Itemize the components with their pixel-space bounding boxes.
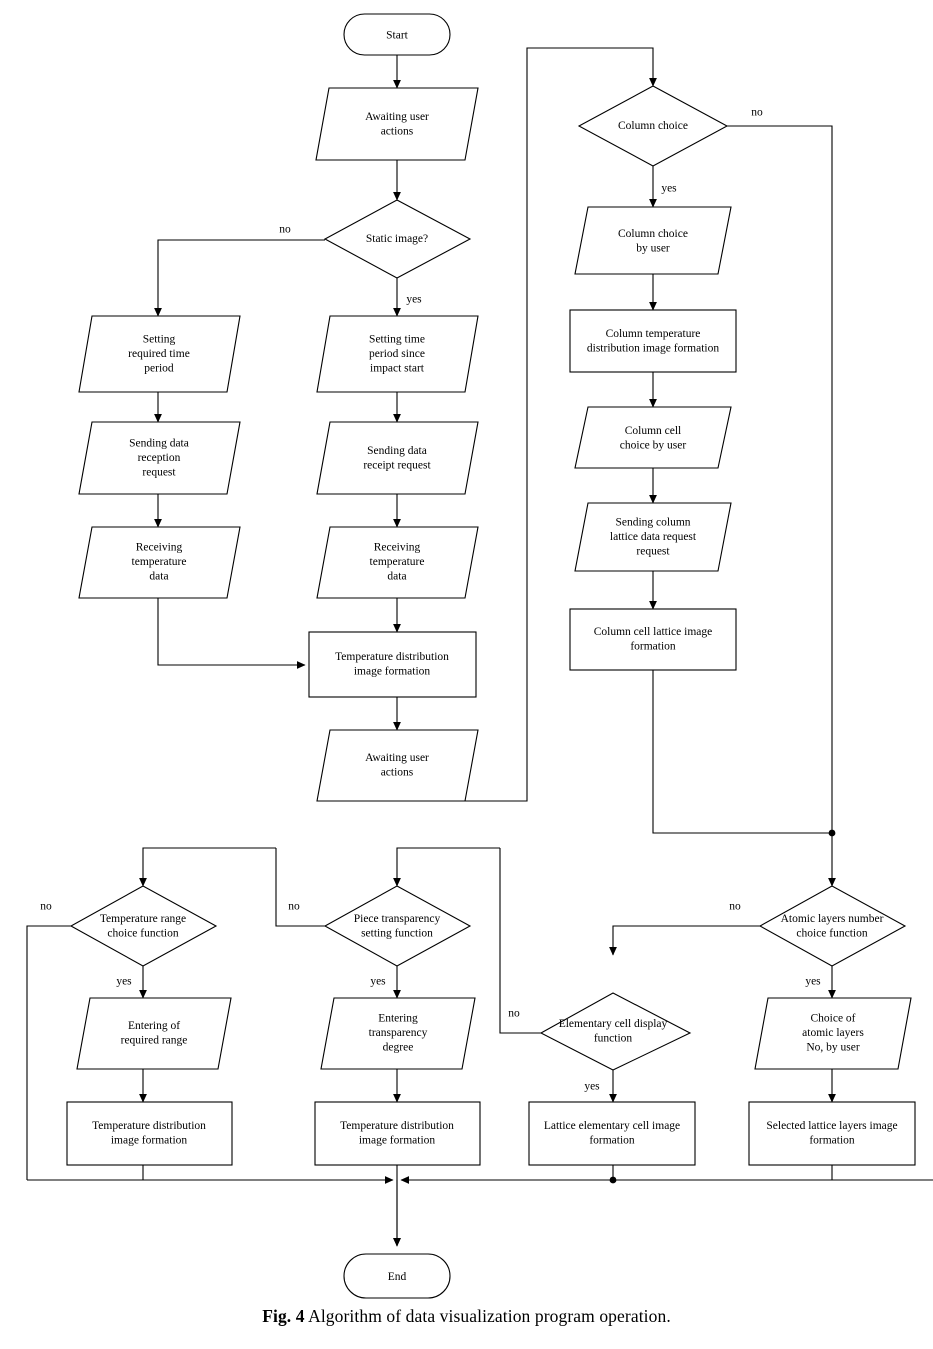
node-static-image-label: Static image? (366, 233, 428, 245)
node-end-label: End (388, 1271, 407, 1283)
node-setting-time-period-since-impact-start-label: Setting time period since impact start (369, 333, 425, 374)
node-temperature-distribution-image-formation-mid[interactable]: Temperature distribution image formation (308, 631, 477, 698)
node-receiving-temperature-data-left[interactable]: Receiving temperature data (78, 526, 241, 599)
edge-label-static-no: no (279, 224, 291, 236)
node-selected-lattice-layers-image-formation[interactable]: Selected lattice layers image formation (748, 1101, 916, 1166)
node-start-label: Start (386, 29, 409, 41)
edge-temprange-no (26, 925, 71, 1180)
node-temperature-distribution-image-formation-b1[interactable]: Temperature distribution image formation (66, 1101, 233, 1166)
node-entering-of-required-range[interactable]: Entering of required range (76, 997, 232, 1070)
edge-label-atomic-yes: yes (805, 976, 821, 988)
edge-bus-to-piecetransp (393, 847, 500, 887)
node-lattice-elementary-cell-image-formation[interactable]: Lattice elementary cell image formation (528, 1101, 696, 1166)
node-column-cell-lattice-image-formation[interactable]: Column cell lattice image formation (569, 608, 737, 671)
node-piece-transparency-setting-function[interactable]: Piece transparency setting function (323, 885, 472, 967)
edge-label-atomic-no: no (729, 901, 741, 913)
edge-bus-to-temprange (139, 847, 276, 887)
node-static-image-decision[interactable]: Static image? (323, 199, 472, 279)
node-temperature-range-choice-function[interactable]: Temperature range choice function (69, 885, 218, 967)
node-setting-required-time-period[interactable]: Setting required time period (78, 315, 241, 393)
flowchart-canvas: Start Awaiting user actions Static image?… (26, 13, 933, 1299)
node-entering-transparency-degree[interactable]: Entering transparency degree (320, 997, 476, 1070)
figure-caption-prefix: Fig. 4 (262, 1306, 305, 1326)
edge-piecetransp-no (275, 848, 325, 927)
node-column-choice-label: Column choice (618, 120, 688, 132)
node-atomic-layers-number-choice-function[interactable]: Atomic layers number choice function (758, 885, 907, 967)
node-awaiting-user-actions-1[interactable]: Awaiting user actions (315, 87, 479, 161)
edge-label-elementarycell-yes: yes (584, 1081, 600, 1093)
edge-label-column-choice-no: no (751, 107, 763, 119)
node-column-choice-by-user[interactable]: Column choice by user (574, 206, 732, 275)
edge-label-column-choice-yes: yes (661, 183, 677, 195)
node-sending-data-reception-request[interactable]: Sending data reception request (78, 421, 241, 495)
node-choice-of-atomic-layers-label: Choice of atomic layers No, by user (802, 1012, 864, 1053)
node-sending-data-receipt-request[interactable]: Sending data receipt request (316, 421, 479, 495)
node-sending-column-lattice-data-request[interactable]: Sending column lattice data request reques… (574, 502, 732, 572)
node-choice-of-atomic-layers[interactable]: Choice of atomic layers No, by user (754, 997, 912, 1070)
node-awaiting-user-actions-2[interactable]: Awaiting user actions (316, 729, 479, 802)
edge-label-temprange-no: no (40, 901, 52, 913)
edge-collattice-to-junction (652, 670, 832, 834)
edge-label-static-yes: yes (406, 294, 422, 306)
figure-caption-text: Algorithm of data visualization program … (308, 1306, 671, 1326)
node-column-choice-decision[interactable]: Column choice (577, 85, 729, 167)
junction-dot-bottom (609, 1176, 617, 1184)
edge-column-choice-no (727, 125, 833, 833)
flowchart-figure: Start Awaiting user actions Static image?… (0, 0, 933, 1349)
node-column-cell-choice-by-user[interactable]: Column cell choice by user (574, 406, 732, 469)
edge-label-piecetransp-yes: yes (370, 976, 386, 988)
node-receiving-temperature-data-mid[interactable]: Receiving temperature data (316, 526, 479, 599)
edge-static-no (154, 239, 325, 317)
edge-label-temprange-yes: yes (116, 976, 132, 988)
edge-receiving-left-to-tdif (157, 598, 306, 669)
node-setting-time-period-since-impact-start[interactable]: Setting time period since impact start (316, 315, 479, 393)
node-start[interactable]: Start (343, 13, 451, 56)
node-temperature-distribution-image-formation-b2[interactable]: Temperature distribution image formation (314, 1101, 481, 1166)
figure-caption: Fig. 4 Algorithm of data visualization p… (0, 1306, 933, 1327)
edge-elementarycell-no (499, 848, 541, 1034)
edge-atomic-no-to-elementary (609, 925, 760, 956)
edge-label-elementarycell-no: no (508, 1008, 520, 1020)
node-column-temperature-distribution-image-formation[interactable]: Column temperature distribution image for… (569, 309, 737, 373)
node-elementary-cell-display-function[interactable]: Elementary cell display function (539, 992, 692, 1071)
edge-label-piecetransp-no: no (288, 901, 300, 913)
node-end[interactable]: End (343, 1253, 451, 1299)
